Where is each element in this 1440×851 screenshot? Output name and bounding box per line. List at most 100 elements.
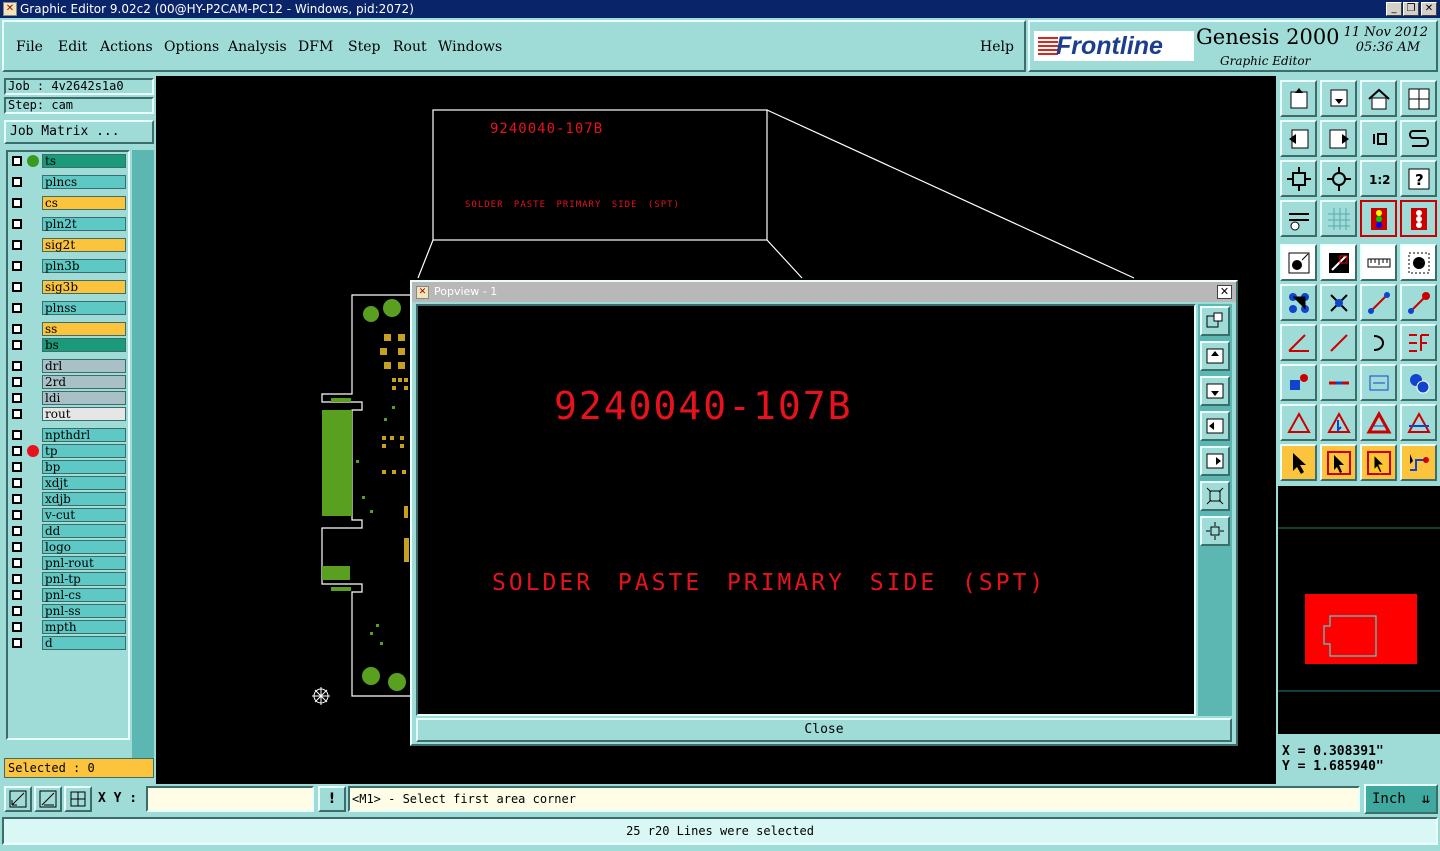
layer-checkbox[interactable] [12, 462, 22, 472]
layer-name[interactable]: pln3b [42, 259, 126, 273]
menu-windows[interactable]: Windows [438, 39, 502, 55]
layer-row[interactable]: npthdrl [10, 428, 128, 442]
layer-row[interactable]: bp [10, 460, 128, 474]
overview-map[interactable] [1278, 486, 1440, 734]
layer-checkbox[interactable] [12, 393, 22, 403]
layer-name[interactable]: dd [42, 524, 126, 538]
layer-name[interactable]: 2rd [42, 375, 126, 389]
layer-name[interactable]: ss [42, 322, 126, 336]
layer-name[interactable]: d [42, 636, 126, 650]
break-line-button[interactable] [1320, 364, 1357, 401]
layer-row[interactable]: v-cut [10, 508, 128, 522]
layer-checkbox[interactable] [12, 261, 22, 271]
layer-name[interactable]: plnss [42, 301, 126, 315]
layer-row[interactable]: mpth [10, 620, 128, 634]
arc-button[interactable] [1360, 324, 1397, 361]
layers-select-button[interactable] [1400, 200, 1437, 237]
layer-row[interactable]: ts [10, 154, 128, 168]
layer-checkbox[interactable] [12, 558, 22, 568]
layer-name[interactable]: pnl-rout [42, 556, 126, 570]
text-edit-button[interactable] [1400, 324, 1437, 361]
layer-row[interactable]: pnl-tp [10, 572, 128, 586]
layer-checkbox[interactable] [12, 377, 22, 387]
select-triangle-button[interactable] [1320, 404, 1357, 441]
layer-name[interactable]: ts [42, 154, 126, 168]
rotate-button[interactable] [1360, 120, 1397, 157]
layer-row[interactable]: xdjb [10, 492, 128, 506]
layer-checkbox[interactable] [12, 622, 22, 632]
popview-close-x-button[interactable]: ✕ [1217, 285, 1232, 299]
menu-step[interactable]: Step [348, 39, 380, 55]
layer-checkbox[interactable] [12, 282, 22, 292]
layer-row[interactable]: pln3b [10, 259, 128, 273]
layer-name[interactable]: bp [42, 460, 126, 474]
layer-checkbox[interactable] [12, 590, 22, 600]
scale-1to2-button[interactable]: 1:2 [1360, 160, 1397, 197]
grid-mode-button[interactable] [64, 786, 92, 812]
layer-checkbox[interactable] [12, 526, 22, 536]
layer-checkbox[interactable] [12, 361, 22, 371]
job-matrix-button[interactable]: Job Matrix ... [4, 120, 154, 144]
menu-analysis[interactable]: Analysis [228, 39, 287, 55]
layer-row[interactable]: logo [10, 540, 128, 554]
xy-input[interactable] [146, 786, 314, 812]
layer-name[interactable]: v-cut [42, 508, 126, 522]
pcb-tools-button[interactable] [1280, 200, 1317, 237]
popview-close-button[interactable]: Close [416, 718, 1232, 742]
mirror-button[interactable] [1400, 120, 1437, 157]
zoom-fit-button[interactable] [1280, 160, 1317, 197]
add-surface-button[interactable] [1400, 244, 1437, 281]
layer-row[interactable]: pnl-rout [10, 556, 128, 570]
layer-checkbox[interactable] [12, 494, 22, 504]
layer-name[interactable]: sig2t [42, 238, 126, 252]
layer-name[interactable]: pnl-tp [42, 572, 126, 586]
connect-nodes-button[interactable] [1280, 284, 1317, 321]
layer-row[interactable]: xdjt [10, 476, 128, 490]
move-line-button[interactable] [1360, 284, 1397, 321]
popview-pan-up-button[interactable] [1200, 341, 1230, 371]
layer-name[interactable]: pnl-ss [42, 604, 126, 618]
popview-canvas[interactable]: 9240040-107B SOLDER PASTE PRIMARY SIDE (… [416, 304, 1196, 716]
layer-name[interactable]: tp [42, 444, 126, 458]
layer-row[interactable]: sig3b [10, 280, 128, 294]
layer-scrollbar[interactable] [132, 150, 154, 760]
delete-node-button[interactable] [1320, 284, 1357, 321]
layer-row[interactable]: plnss [10, 301, 128, 315]
menu-rout[interactable]: Rout [393, 39, 427, 55]
warning-button[interactable]: ! [318, 786, 346, 812]
help-button[interactable]: ? [1400, 160, 1437, 197]
layer-name[interactable]: pnl-cs [42, 588, 126, 602]
clip-triangle-button[interactable] [1400, 404, 1437, 441]
select-arrow-button[interactable] [1280, 444, 1317, 481]
layer-name[interactable]: npthdrl [42, 428, 126, 442]
layer-checkbox[interactable] [12, 430, 22, 440]
layer-row[interactable]: pnl-ss [10, 604, 128, 618]
resize-pad-button[interactable] [1400, 364, 1437, 401]
snap-mode-button[interactable] [4, 786, 32, 812]
layer-checkbox[interactable] [12, 446, 22, 456]
select-net-arrow-button[interactable] [1360, 444, 1397, 481]
save-button[interactable] [1320, 80, 1357, 117]
add-pad-button[interactable] [1280, 244, 1317, 281]
layer-row[interactable]: ldi [10, 391, 128, 405]
layer-name[interactable]: pln2t [42, 217, 126, 231]
layer-row[interactable]: 2rd [10, 375, 128, 389]
layer-checkbox[interactable] [12, 177, 22, 187]
layer-row[interactable]: drl [10, 359, 128, 373]
layer-row[interactable]: ss [10, 322, 128, 336]
measure-mode-button[interactable] [34, 786, 62, 812]
menu-actions[interactable]: Actions [100, 39, 153, 55]
drc-triangle-button[interactable] [1280, 404, 1317, 441]
select-box-arrow-button[interactable] [1320, 444, 1357, 481]
menu-dfm[interactable]: DFM [298, 39, 333, 55]
stretch-line-button[interactable] [1400, 284, 1437, 321]
menu-help[interactable]: Help [980, 39, 1014, 55]
layer-row[interactable]: bs [10, 338, 128, 352]
pan-left-button[interactable] [1280, 120, 1317, 157]
units-selector[interactable]: Inch ⇊ [1364, 784, 1438, 814]
measure-distance-button[interactable] [1360, 364, 1397, 401]
layer-checkbox[interactable] [12, 478, 22, 488]
layer-checkbox[interactable] [12, 324, 22, 334]
layer-checkbox[interactable] [12, 240, 22, 250]
layer-checkbox[interactable] [12, 638, 22, 648]
